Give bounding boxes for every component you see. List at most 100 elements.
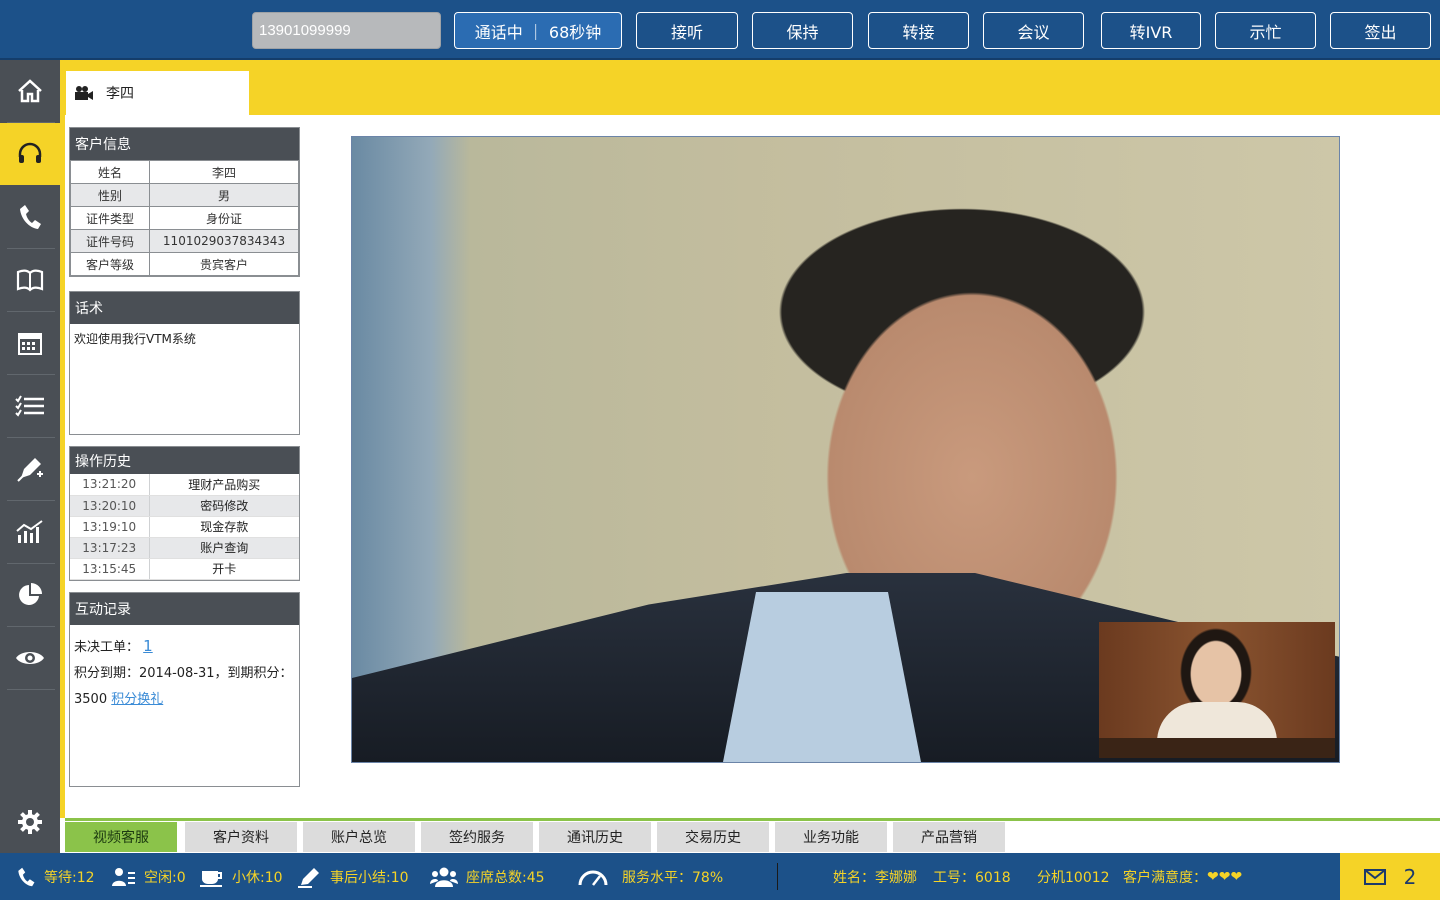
mail-icon [1363, 868, 1386, 885]
customer-info-panel: 客户信息 姓名 李四 性别男 证件类型 身份证 证件号码 11010290378343… [69, 127, 300, 277]
table-row[interactable]: 13:19:10 现金存款 [70, 516, 299, 538]
history-title: 操作历史 [70, 447, 299, 474]
checklist-icon [15, 395, 44, 417]
info-value: 身份证 [149, 206, 299, 230]
session-tab-bar [60, 60, 1440, 115]
tab-comm-history[interactable]: 通讯历史 [539, 822, 651, 852]
phone-number-input[interactable] [252, 12, 441, 49]
busy-button[interactable]: 示忙 [1215, 12, 1316, 49]
sidebar-item-calendar[interactable] [0, 312, 60, 374]
info-value: 1101029037834343 [149, 229, 299, 253]
sidebar-item-phone[interactable] [0, 186, 60, 248]
info-value: 贵宾客户 [149, 252, 299, 276]
agent-desk [1099, 738, 1335, 758]
agent-name: 姓名：李娜娜 [833, 869, 917, 886]
sidebar-item-chart[interactable] [0, 501, 60, 563]
history-action: 现金存款 [149, 516, 299, 538]
table-row: 性别男 [70, 183, 299, 207]
tab-business-functions[interactable]: 业务功能 [775, 822, 887, 852]
pending-count-link[interactable]: 1 [143, 637, 153, 655]
transfer-button[interactable]: 转接 [868, 12, 969, 49]
bottom-tabs-accent [65, 818, 1440, 821]
pencil-icon [298, 867, 319, 888]
sidebar [0, 60, 60, 853]
history-time: 13:19:10 [70, 516, 150, 538]
sidebar-item-headset[interactable] [0, 123, 60, 185]
status-waiting: 等待:12 [16, 853, 95, 900]
agent-id: 工号：6018 [933, 869, 1011, 886]
status-total-seats: 座席总数:45 [430, 853, 545, 900]
sidebar-item-pie[interactable] [0, 564, 60, 626]
status-bar: 等待:12 空闲:0 小休:10 事后小结:10 座席总数:45 服务水平：78… [0, 853, 1440, 900]
coffee-cup-icon [200, 870, 222, 887]
session-tab-label: 李四 [106, 86, 134, 102]
tab-account-overview[interactable]: 账户总览 [303, 822, 415, 852]
info-label: 客户等级 [70, 252, 150, 276]
table-row: 客户等级 贵宾客户 [70, 252, 299, 276]
eye-icon [16, 652, 44, 664]
info-label: 性别 [70, 183, 150, 207]
history-action: 理财产品购买 [149, 474, 299, 496]
status-divider [777, 863, 778, 890]
tab-video-service[interactable]: 视频客服 [65, 822, 177, 852]
sidebar-item-settings[interactable] [0, 791, 60, 853]
sidebar-item-eye[interactable] [0, 627, 60, 689]
table-row[interactable]: 13:21:20 理财产品购买 [70, 474, 299, 496]
satisfaction: 客户满意度： ❤❤❤ [1123, 868, 1243, 886]
sign-out-button[interactable]: 签出 [1330, 12, 1431, 49]
agent-extension: 分机10012 [1037, 869, 1110, 886]
script-title: 话术 [70, 292, 299, 324]
info-label: 证件号码 [70, 229, 150, 253]
table-row[interactable]: 13:17:23 账户查询 [70, 537, 299, 559]
agent-video-pip[interactable] [1099, 622, 1335, 758]
tab-contract-service[interactable]: 签约服务 [421, 822, 533, 852]
history-time: 13:20:10 [70, 495, 150, 517]
tab-product-marketing[interactable]: 产品营销 [893, 822, 1005, 852]
pie-icon [19, 583, 42, 605]
chart-icon [16, 520, 43, 543]
redeem-link[interactable]: 积分换礼 [111, 692, 163, 707]
phone-icon [18, 867, 35, 886]
history-time: 13:21:20 [70, 474, 150, 496]
mail-button[interactable]: 2 [1340, 853, 1440, 900]
video-camera-icon [75, 86, 93, 100]
history-action: 账户查询 [149, 537, 299, 559]
table-row: 姓名 李四 [70, 160, 299, 184]
hold-button[interactable]: 保持 [752, 12, 853, 49]
interaction-title: 互动记录 [70, 593, 299, 625]
home-icon [18, 79, 42, 103]
sidebar-item-home[interactable] [0, 60, 60, 122]
info-value: 男 [149, 183, 299, 207]
status-service-level: 服务水平：78% [578, 853, 723, 900]
status-idle: 空闲:0 [112, 853, 186, 900]
pending-label: 未决工单： [74, 640, 140, 655]
points-line: 积分到期：2014-08-31，到期积分： [74, 666, 293, 681]
conference-button[interactable]: 会议 [983, 12, 1084, 49]
customer-info-table: 姓名 李四 性别男 证件类型 身份证 证件号码 1101029037834343 客户… [70, 160, 299, 276]
table-row[interactable]: 13:20:10 密码修改 [70, 495, 299, 517]
history-action: 密码修改 [149, 495, 299, 517]
session-tab[interactable]: 李四 [66, 71, 249, 115]
sidebar-item-book[interactable] [0, 249, 60, 311]
sidebar-item-pen[interactable] [0, 438, 60, 500]
sidebar-accent-stripe [60, 60, 65, 818]
history-time: 13:17:23 [70, 537, 150, 559]
transfer-ivr-button[interactable]: 转IVR [1101, 12, 1201, 49]
call-status-button[interactable]: 通话中 ｜ 68秒钟 [454, 12, 622, 49]
tab-customer-profile[interactable]: 客户资料 [185, 822, 297, 852]
answer-button[interactable]: 接听 [636, 12, 738, 49]
tab-transaction-history[interactable]: 交易历史 [657, 822, 769, 852]
gauge-icon [578, 870, 608, 886]
table-row[interactable]: 13:15:45 开卡 [70, 558, 299, 580]
sidebar-item-checklist[interactable] [0, 375, 60, 437]
history-table: 13:21:20 理财产品购买 13:20:10 密码修改 13:19:10 现金存款… [70, 474, 299, 580]
status-after-call: 事后小结:10 [298, 853, 409, 900]
info-label: 姓名 [70, 160, 150, 184]
info-value: 李四 [149, 160, 299, 184]
gear-icon [18, 810, 42, 834]
pen-icon [17, 458, 43, 482]
phone-icon [20, 205, 41, 229]
table-row: 证件类型 身份证 [70, 206, 299, 230]
table-row: 证件号码 1101029037834343 [70, 229, 299, 253]
interaction-panel: 互动记录 未决工单： 1 积分到期：2014-08-31，到期积分： 3500 … [69, 592, 300, 787]
